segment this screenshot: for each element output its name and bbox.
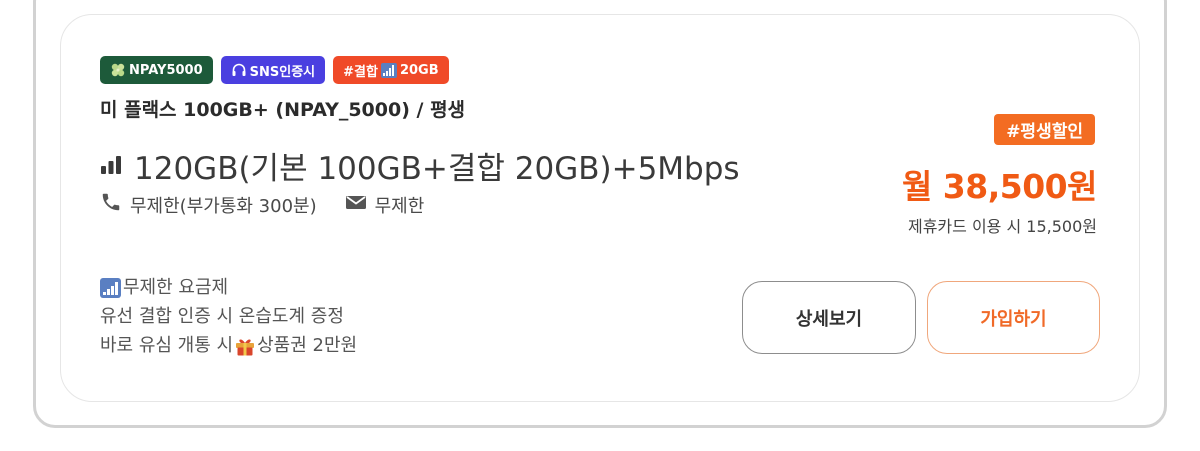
benefit-text: 상품권 2만원 bbox=[257, 335, 358, 356]
combo-badge-prefix: #결합 bbox=[343, 64, 378, 80]
detail-button[interactable]: 상세보기 bbox=[742, 281, 916, 354]
benefit-item: 유선 결합 인증 시 온습도계 증정 bbox=[100, 302, 357, 331]
benefits-list: 무제한 요금제 유선 결합 인증 시 온습도계 증정 바로 유심 개통 시 상품… bbox=[100, 273, 357, 360]
benefit-text: 무제한 요금제 bbox=[123, 277, 229, 298]
sms-allowance: 무제한 bbox=[374, 195, 425, 217]
signal-icon bbox=[380, 62, 397, 78]
plan-name: 미 플랙스 100GB+ (NPAY_5000) / 평생 bbox=[100, 99, 466, 121]
combo-badge-suffix: 20GB bbox=[399, 62, 439, 78]
combo-badge: #결합 20GB bbox=[333, 56, 449, 84]
npay-badge-label: NPAY5000 bbox=[129, 62, 203, 78]
headset-icon bbox=[231, 62, 247, 78]
sns-badge-label: SNS인증시 bbox=[249, 64, 316, 80]
phone-icon bbox=[100, 191, 122, 218]
voice-sms-row: 무제한(부가통화 300분) 무제한 bbox=[100, 191, 424, 218]
gift-icon bbox=[234, 335, 256, 357]
card-discount-price: 제휴카드 이용 시 15,500원 bbox=[907, 217, 1097, 236]
benefit-text: 유선 결합 인증 시 온습도계 증정 bbox=[100, 306, 344, 327]
benefit-item: 바로 유심 개통 시 상품권 2만원 bbox=[100, 331, 357, 360]
data-row: 120GB(기본 100GB+결합 20GB)+5Mbps bbox=[100, 143, 740, 188]
plan-card: NPAY5000 SNS인증시 #결합 20GB 미 플랙스 100GB+ (N… bbox=[60, 14, 1140, 402]
data-allowance: 120GB(기본 100GB+결합 20GB)+5Mbps bbox=[134, 151, 740, 187]
mail-icon bbox=[345, 193, 367, 216]
promo-badge: #평생할인 bbox=[994, 114, 1095, 145]
sns-badge: SNS인증시 bbox=[220, 56, 326, 84]
join-button[interactable]: 가입하기 bbox=[927, 281, 1100, 354]
monthly-price: 월 38,500원 bbox=[901, 167, 1098, 206]
signal-icon bbox=[100, 277, 121, 298]
voice-allowance: 무제한(부가통화 300분) bbox=[130, 195, 317, 217]
data-bars-icon bbox=[100, 153, 122, 179]
clover-icon bbox=[110, 62, 126, 78]
benefit-text: 바로 유심 개통 시 bbox=[100, 335, 234, 356]
benefit-item: 무제한 요금제 bbox=[100, 273, 357, 302]
badge-row: NPAY5000 SNS인증시 #결합 20GB bbox=[100, 56, 449, 84]
npay-badge: NPAY5000 bbox=[100, 56, 213, 84]
